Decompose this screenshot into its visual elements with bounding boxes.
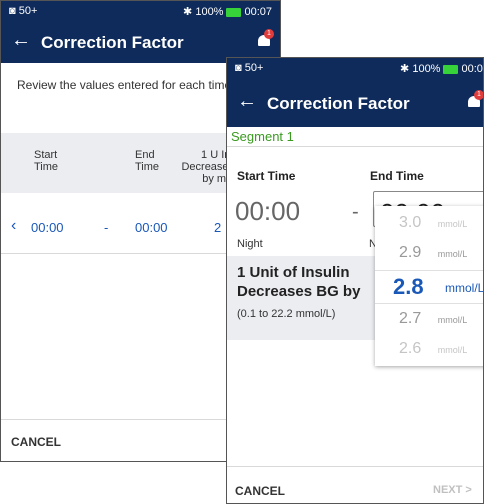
picker-option[interactable]: 2.6 mmol/L — [399, 340, 467, 358]
chevron-right-icon: > — [465, 484, 472, 496]
status-bar: ◙ 50+ ✱ 100%00:07 — [1, 1, 280, 21]
picker-option[interactable]: 2.9 mmol/L — [399, 244, 467, 262]
picker-option-value: 2.7 — [399, 310, 422, 327]
picker-selected-unit: mmol/L — [445, 281, 484, 295]
time-dash: - — [352, 201, 359, 223]
start-time-value: 00:00 — [235, 196, 301, 226]
insulin-label-line2: Decreases BG by — [237, 283, 361, 300]
status-pod-label: 50+ — [244, 62, 264, 74]
page-title: Correction Factor — [267, 94, 410, 113]
next-button[interactable]: NEXT > — [433, 484, 472, 496]
end-time-label: End Time — [370, 169, 424, 183]
footer-divider — [227, 466, 483, 467]
picker-selected-option[interactable]: 2.8 mmol/L — [375, 270, 484, 304]
picker-option-unit: mmol/L — [437, 345, 468, 355]
status-left: ◙ 50+ — [9, 5, 38, 17]
status-right: ✱ 100%00:07 — [183, 6, 272, 18]
col-end-time: End Time — [135, 149, 160, 173]
row-start: 00:00 — [31, 220, 64, 235]
start-time-label: Start Time — [237, 169, 296, 183]
status-right: ✱ 100%00:07 — [400, 62, 483, 75]
chevron-left-icon[interactable]: ‹ — [11, 217, 16, 235]
battery-percent: 100% — [412, 63, 441, 75]
cancel-button[interactable]: CANCEL — [11, 435, 61, 449]
cancel-button[interactable]: CANCEL — [235, 484, 285, 498]
start-period-label: Night — [237, 238, 263, 250]
edit-segment-screen: ◙ 50+ ✱ 100%00:07 ← Correction Factor 1 … — [226, 57, 484, 504]
row-end: 00:00 — [135, 220, 168, 235]
picker-option[interactable]: 2.7 mmol/L — [399, 310, 467, 328]
notification-bell-icon[interactable]: 1 — [467, 90, 483, 108]
picker-option[interactable]: 3.0 mmol/L — [399, 214, 467, 232]
picker-selected-value: 2.8 — [393, 274, 424, 299]
next-label: NEXT — [433, 484, 463, 496]
clock: 00:07 — [244, 6, 272, 18]
back-arrow-icon[interactable]: ← — [237, 90, 257, 113]
status-left: ◙ 50+ — [235, 62, 264, 74]
battery-icon — [226, 7, 242, 17]
notification-badge: 1 — [474, 90, 483, 100]
insulin-label-line1: 1 Unit of Insulin — [237, 264, 350, 281]
row-dash: - — [104, 220, 109, 235]
range-hint: (0.1 to 22.2 mmol/L) — [237, 308, 336, 320]
picker-option-unit: mmol/L — [437, 315, 468, 325]
picker-option-unit: mmol/L — [437, 219, 468, 229]
status-bar: ◙ 50+ ✱ 100%00:07 — [227, 58, 483, 78]
segment-label: Segment 1 — [231, 129, 294, 144]
picker-option-value: 3.0 — [399, 214, 422, 231]
col-start-time: Start Time — [34, 149, 59, 173]
value-picker[interactable]: 3.0 mmol/L 2.9 mmol/L 2.8 mmol/L 2.7 mmo… — [375, 206, 484, 366]
notification-bell-icon[interactable]: 1 — [257, 29, 274, 47]
clock: 00:07 — [461, 63, 483, 75]
picker-option-unit: mmol/L — [437, 249, 468, 259]
page-title: Correction Factor — [41, 33, 184, 52]
status-pod-label: 50+ — [18, 5, 38, 17]
back-arrow-icon[interactable]: ← — [11, 29, 31, 52]
battery-percent: 100% — [195, 6, 224, 18]
row-value: 2 — [214, 220, 222, 235]
picker-option-value: 2.6 — [399, 340, 422, 357]
notification-badge: 1 — [264, 29, 274, 39]
picker-option-value: 2.9 — [399, 244, 422, 261]
segment-divider — [227, 146, 483, 147]
app-bar: ← Correction Factor 1 — [227, 78, 483, 127]
battery-icon — [443, 64, 459, 74]
